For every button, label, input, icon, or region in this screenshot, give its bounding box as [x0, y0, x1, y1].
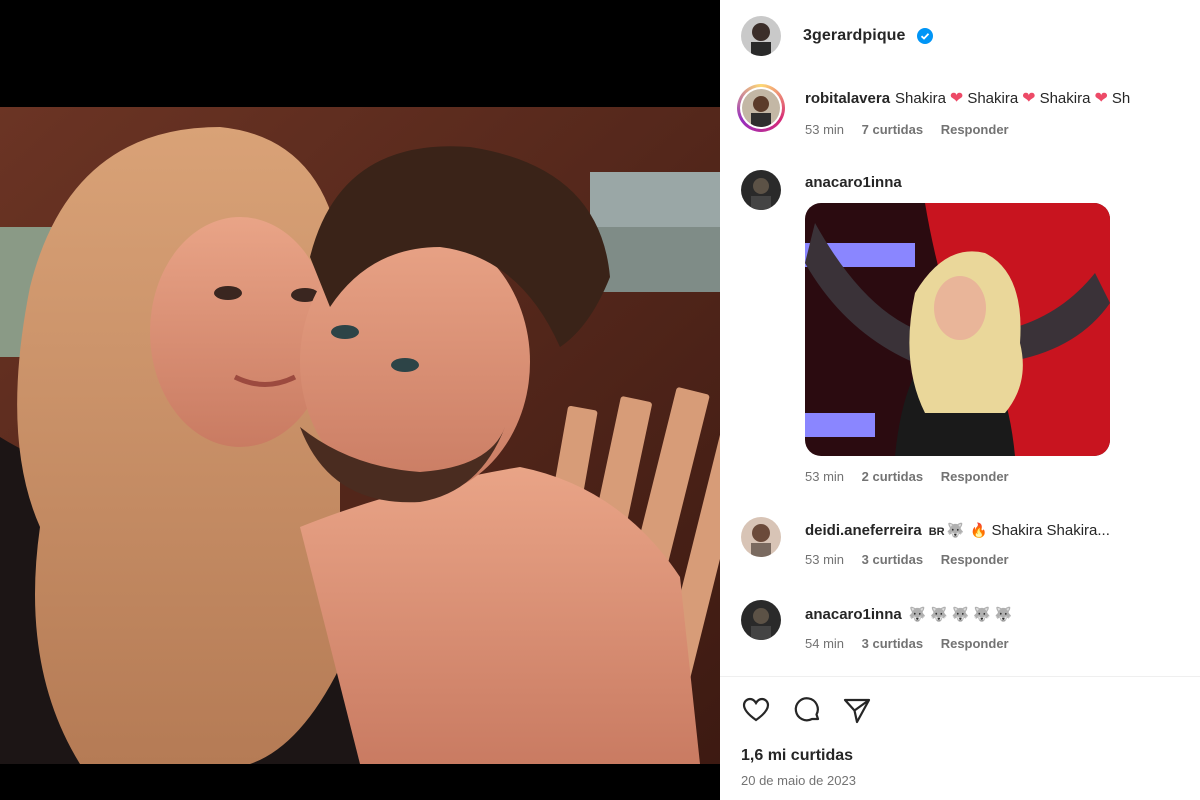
- reply-button[interactable]: Responder: [941, 636, 1009, 651]
- verified-badge-icon: [917, 28, 933, 44]
- wolf-emoji-icon: 🐺: [994, 606, 1012, 622]
- comment-username[interactable]: robitalavera: [805, 90, 890, 107]
- comment-username[interactable]: deidi.aneferreira: [805, 522, 922, 539]
- wolf-emoji-icon: 🐺: [946, 522, 965, 538]
- comment-likes[interactable]: 7 curtidas: [862, 122, 923, 137]
- comment-text: Shakira: [895, 90, 946, 107]
- comment-time: 54 min: [805, 636, 845, 651]
- fire-emoji-icon: 🔥: [970, 522, 988, 538]
- comment-likes[interactable]: 3 curtidas: [862, 636, 923, 651]
- comment-sticker-image[interactable]: [805, 203, 1110, 456]
- reply-button[interactable]: Responder: [941, 552, 1009, 567]
- comment-bubble-icon: [794, 697, 820, 722]
- comment-username[interactable]: anacaro1inna: [805, 174, 902, 191]
- commenter-avatar[interactable]: [737, 84, 785, 132]
- media-viewer: [0, 0, 720, 800]
- comment-time: 53 min: [805, 469, 845, 484]
- comment-username[interactable]: anacaro1inna: [805, 606, 902, 623]
- like-button[interactable]: [740, 694, 772, 726]
- comment-meta: 53 min 7 curtidas Responder: [805, 122, 1023, 138]
- heart-emoji-icon: ❤: [1022, 90, 1036, 107]
- comment-meta: 53 min 3 curtidas Responder: [805, 552, 1023, 568]
- comment-text: Shakira Shakira...: [991, 522, 1110, 539]
- wolf-emoji-icon: 🐺: [973, 606, 991, 622]
- paper-plane-icon: [843, 698, 871, 724]
- wolf-emoji-icon: 🐺: [951, 606, 970, 622]
- wolf-emoji-icon: 🐺: [908, 606, 927, 622]
- commenter-avatar[interactable]: [741, 600, 781, 640]
- comment-text-repeat: Sh: [1111, 90, 1131, 107]
- likes-count[interactable]: 1,6 mi curtidas: [741, 747, 853, 765]
- owner-username[interactable]: 3gerardpique: [803, 27, 906, 45]
- comment-text-repeat: Shakira: [967, 90, 1019, 107]
- commenter-avatar[interactable]: [741, 517, 781, 557]
- heart-emoji-icon: ❤: [1094, 90, 1108, 107]
- action-bar-divider: [720, 676, 1200, 677]
- comment-text-line: anacaro1inna: [805, 174, 907, 192]
- heart-outline-icon: [742, 697, 770, 722]
- post-photo[interactable]: [0, 107, 720, 764]
- share-button[interactable]: [841, 694, 873, 726]
- post-date: 20 de maio de 2023: [741, 773, 856, 788]
- comments-panel: 3gerardpique robitalavera Shakira ❤ Shakira…: [720, 0, 1200, 800]
- flag-br-icon: BR: [928, 526, 945, 538]
- comment-text-repeat: Shakira: [1039, 90, 1091, 107]
- comment-text-line: robitalavera Shakira ❤ Shakira ❤ Shakira ❤ Sh: [805, 90, 1130, 108]
- commenter-avatar[interactable]: [741, 170, 781, 210]
- reply-button[interactable]: Responder: [941, 469, 1009, 484]
- comment-time: 53 min: [805, 552, 845, 567]
- comment-button[interactable]: [791, 694, 823, 726]
- comment-likes[interactable]: 3 curtidas: [862, 552, 923, 567]
- comment-text-line: anacaro1inna 🐺 🐺 🐺 🐺 🐺: [805, 605, 1014, 624]
- reply-button[interactable]: Responder: [941, 122, 1009, 137]
- comment-meta: 54 min 3 curtidas Responder: [805, 636, 1023, 652]
- post-header: 3gerardpique: [720, 0, 1200, 72]
- comment-text-line: deidi.aneferreira BR 🐺 🔥 Shakira Shakira...: [805, 521, 1110, 541]
- owner-avatar[interactable]: [741, 16, 781, 56]
- heart-emoji-icon: ❤: [949, 90, 964, 107]
- comment-likes[interactable]: 2 curtidas: [862, 469, 923, 484]
- comment-time: 53 min: [805, 122, 845, 137]
- wolf-emoji-icon: 🐺: [930, 606, 948, 622]
- comment-meta: 53 min 2 curtidas Responder: [805, 469, 1023, 485]
